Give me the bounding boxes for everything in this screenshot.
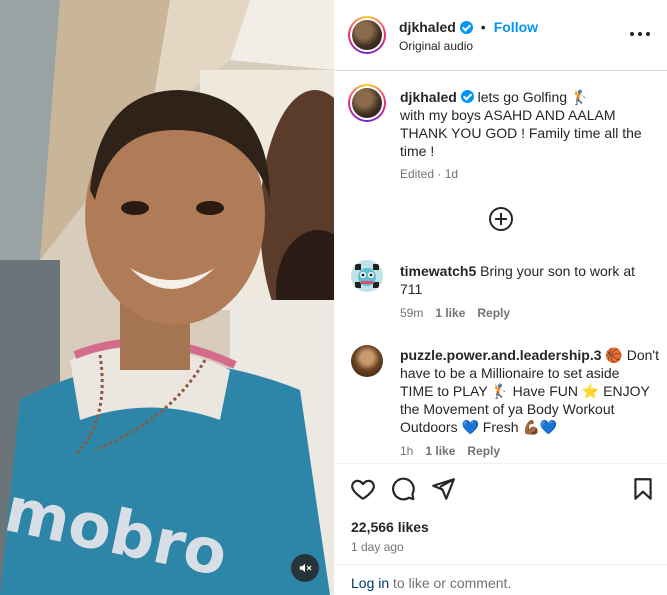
caption-text: djkhaled lets go Golfing 🏌 with my boys … bbox=[400, 88, 660, 160]
author-row: djkhaled • Follow bbox=[399, 19, 538, 35]
comment-username[interactable]: puzzle.power.and.leadership.3 bbox=[400, 347, 602, 363]
video-frame: mobro bbox=[0, 0, 334, 595]
share-icon[interactable] bbox=[430, 476, 456, 502]
comment-time[interactable]: 59m bbox=[400, 306, 423, 320]
login-link[interactable]: Log in bbox=[351, 575, 389, 591]
audio-label[interactable]: Original audio bbox=[399, 39, 473, 53]
caption-edited-time: Edited · 1d bbox=[400, 167, 459, 181]
post-time[interactable]: 1 day ago bbox=[351, 540, 404, 554]
comment-icon[interactable] bbox=[390, 476, 416, 502]
comment-text: timewatch5 Bring your son to work at 711 bbox=[400, 262, 660, 298]
speaker-muted-icon bbox=[299, 563, 312, 573]
action-bar bbox=[334, 476, 667, 504]
comment-likes[interactable]: 1 like bbox=[425, 444, 455, 458]
verified-badge-icon bbox=[459, 20, 473, 34]
caption-line-4: time ! bbox=[400, 143, 435, 159]
comment-username[interactable]: timewatch5 bbox=[400, 263, 476, 279]
follow-button[interactable]: Follow bbox=[494, 19, 538, 35]
caption-meta: Edited · 1d bbox=[400, 167, 458, 181]
login-prompt-text: to like or comment. bbox=[389, 575, 512, 591]
comment-likes[interactable]: 1 like bbox=[435, 306, 465, 320]
comment-body-5: Outdoors 💙 Fresh 💪🏾💙 bbox=[400, 419, 558, 435]
caption-line-3: THANK YOU GOD ! Family time all the bbox=[400, 125, 642, 141]
post-header: djkhaled • Follow Original audio bbox=[334, 0, 667, 71]
comment-body-2: have to be a Millionaire to set aside bbox=[400, 365, 620, 381]
login-footer: Log in to like or comment. bbox=[334, 564, 667, 595]
post-media[interactable]: mobro bbox=[0, 0, 334, 595]
comment-text: puzzle.power.and.leadership.3 🏀 Don't ha… bbox=[400, 346, 660, 436]
post-panel: djkhaled • Follow Original audio djkhale… bbox=[334, 0, 667, 595]
more-options-icon[interactable] bbox=[630, 24, 650, 44]
caption-line-1: lets go Golfing 🏌 bbox=[477, 89, 589, 105]
comment-time[interactable]: 1h bbox=[400, 444, 413, 458]
comment-body-2: 711 bbox=[400, 281, 423, 297]
author-avatar[interactable] bbox=[348, 16, 386, 54]
bookmark-icon[interactable] bbox=[630, 476, 656, 502]
owl-avatar-icon bbox=[351, 260, 383, 292]
verified-badge-icon bbox=[460, 90, 474, 103]
comment-body: 🏀 Don't bbox=[605, 347, 659, 363]
add-circle-icon[interactable] bbox=[489, 207, 513, 231]
divider bbox=[334, 463, 667, 464]
comment-body: Bring your son to work at bbox=[480, 263, 635, 279]
comment-body-3: TIME to PLAY 🏌 Have FUN ⭐ ENJOY bbox=[400, 383, 650, 399]
comment-meta: 59m 1 like Reply bbox=[400, 306, 510, 320]
reply-button[interactable]: Reply bbox=[467, 444, 500, 458]
reply-button[interactable]: Reply bbox=[477, 306, 510, 320]
separator-dot: • bbox=[480, 19, 486, 35]
comment-body-4: the Movement of ya Body Workout bbox=[400, 401, 615, 417]
comment-avatar[interactable] bbox=[351, 345, 383, 377]
caption-avatar[interactable] bbox=[348, 84, 386, 122]
caption-line-2: with my boys ASAHD AND AALAM bbox=[400, 107, 616, 123]
heart-icon[interactable] bbox=[350, 476, 376, 502]
like-count[interactable]: 22,566 likes bbox=[351, 519, 429, 535]
caption-username[interactable]: djkhaled bbox=[400, 89, 457, 105]
author-username[interactable]: djkhaled bbox=[399, 19, 456, 35]
mute-button[interactable] bbox=[291, 554, 319, 582]
comment-meta: 1h 1 like Reply bbox=[400, 444, 500, 458]
comment-avatar[interactable] bbox=[351, 260, 383, 292]
login-prompt: Log in to like or comment. bbox=[351, 575, 511, 591]
